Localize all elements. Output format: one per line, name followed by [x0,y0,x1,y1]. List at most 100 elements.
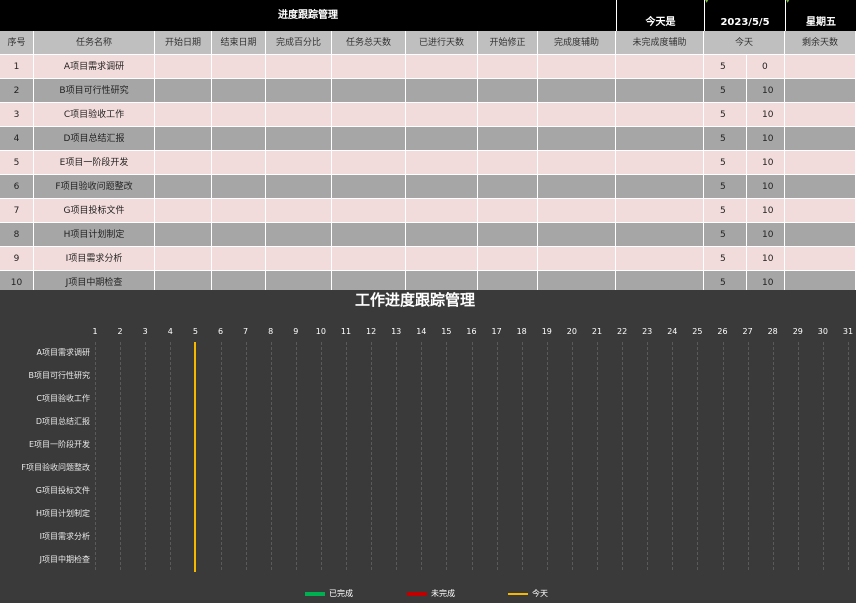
empty-cell[interactable] [212,175,266,199]
empty-cell[interactable] [616,175,704,199]
empty-cell[interactable] [266,151,332,175]
empty-cell[interactable] [478,223,538,247]
empty-cell[interactable] [785,151,856,175]
empty-cell[interactable] [212,223,266,247]
empty-cell[interactable] [406,79,478,103]
cell-index[interactable]: 2 [0,79,34,103]
cell-task-name[interactable]: F项目验收问题整改 [34,175,155,199]
column-header[interactable]: 序号 [0,31,34,55]
empty-cell[interactable] [155,103,212,127]
empty-cell[interactable] [785,175,856,199]
cell-task-name[interactable]: B项目可行性研究 [34,79,155,103]
empty-cell[interactable] [538,127,616,151]
column-header[interactable]: 已进行天数 [406,31,478,55]
empty-cell[interactable] [478,247,538,271]
cell-index[interactable]: 5 [0,151,34,175]
empty-cell[interactable] [538,79,616,103]
empty-cell[interactable] [332,79,406,103]
cell-task-name[interactable]: G项目投标文件 [34,199,155,223]
column-header[interactable]: 任务总天数 [332,31,406,55]
empty-cell[interactable] [155,223,212,247]
column-header[interactable]: 任务名称 [34,31,155,55]
column-header[interactable]: 结束日期 [212,31,266,55]
cell-task-name[interactable]: D项目总结汇报 [34,127,155,151]
empty-cell[interactable] [406,175,478,199]
legend-completed[interactable]: 已完成 [305,588,353,600]
empty-cell[interactable] [616,247,704,271]
empty-cell[interactable] [478,55,538,79]
column-header[interactable]: 开始修正 [478,31,538,55]
today-label[interactable]: 今天是 [616,0,704,31]
empty-cell[interactable] [155,199,212,223]
column-header[interactable]: 剩余天数 [785,31,856,55]
column-header[interactable]: 完成度辅助 [538,31,616,55]
empty-cell[interactable] [332,151,406,175]
cell-today[interactable]: 5 10 [704,199,785,223]
empty-cell[interactable] [785,103,856,127]
empty-cell[interactable] [155,247,212,271]
cell-index[interactable]: 9 [0,247,34,271]
empty-cell[interactable] [406,247,478,271]
empty-cell[interactable] [212,103,266,127]
empty-cell[interactable] [616,55,704,79]
today-weekday[interactable]: 星期五 [785,0,856,31]
cell-task-name[interactable]: C项目验收工作 [34,103,155,127]
empty-cell[interactable] [616,127,704,151]
cell-index[interactable]: 7 [0,199,34,223]
empty-cell[interactable] [406,127,478,151]
empty-cell[interactable] [332,103,406,127]
empty-cell[interactable] [616,199,704,223]
cell-index[interactable]: 3 [0,103,34,127]
empty-cell[interactable] [785,79,856,103]
empty-cell[interactable] [478,79,538,103]
empty-cell[interactable] [155,79,212,103]
empty-cell[interactable] [155,151,212,175]
cell-task-name[interactable]: I项目需求分析 [34,247,155,271]
empty-cell[interactable] [266,103,332,127]
empty-cell[interactable] [332,127,406,151]
empty-cell[interactable] [538,55,616,79]
empty-cell[interactable] [266,175,332,199]
empty-cell[interactable] [785,199,856,223]
empty-cell[interactable] [212,151,266,175]
cell-task-name[interactable]: E项目一阶段开发 [34,151,155,175]
legend-incomplete[interactable]: 未完成 [407,588,455,600]
empty-cell[interactable] [266,79,332,103]
empty-cell[interactable] [538,151,616,175]
cell-today[interactable]: 5 10 [704,247,785,271]
empty-cell[interactable] [538,199,616,223]
empty-cell[interactable] [785,55,856,79]
empty-cell[interactable] [538,175,616,199]
empty-cell[interactable] [406,55,478,79]
empty-cell[interactable] [332,175,406,199]
cell-task-name[interactable]: A项目需求调研 [34,55,155,79]
empty-cell[interactable] [616,103,704,127]
legend-today[interactable]: 今天 [508,588,548,600]
cell-today[interactable]: 5 10 [704,223,785,247]
empty-cell[interactable] [406,199,478,223]
empty-cell[interactable] [616,151,704,175]
cell-today[interactable]: 50 [704,55,785,79]
empty-cell[interactable] [266,55,332,79]
empty-cell[interactable] [478,199,538,223]
today-date[interactable]: 2023/5/5 [704,0,785,31]
empty-cell[interactable] [785,127,856,151]
cell-index[interactable]: 1 [0,55,34,79]
empty-cell[interactable] [332,55,406,79]
empty-cell[interactable] [616,79,704,103]
empty-cell[interactable] [332,247,406,271]
empty-cell[interactable] [406,151,478,175]
empty-cell[interactable] [212,79,266,103]
empty-cell[interactable] [478,151,538,175]
empty-cell[interactable] [785,223,856,247]
cell-today[interactable]: 5 10 [704,127,785,151]
empty-cell[interactable] [332,223,406,247]
empty-cell[interactable] [155,55,212,79]
column-header[interactable]: 开始日期 [155,31,212,55]
empty-cell[interactable] [212,247,266,271]
empty-cell[interactable] [538,247,616,271]
empty-cell[interactable] [212,55,266,79]
empty-cell[interactable] [266,223,332,247]
cell-today[interactable]: 5 10 [704,175,785,199]
empty-cell[interactable] [332,199,406,223]
